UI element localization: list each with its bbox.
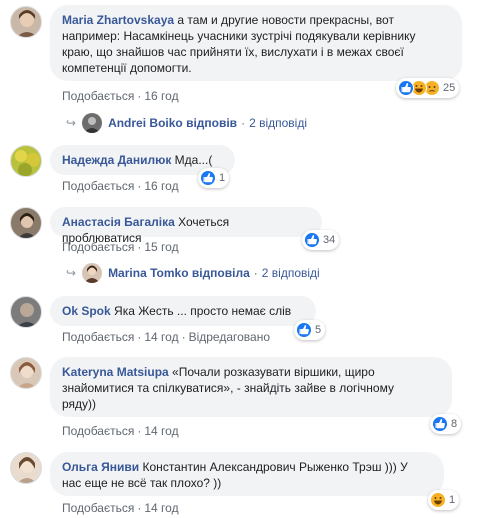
comment-meta: Подобається · 15 год — [62, 239, 179, 255]
reply-avatar — [82, 263, 103, 283]
like-icon — [398, 80, 414, 96]
comment-meta: Подобається · 16 год — [62, 88, 179, 104]
comment-bubble: Kateryna Matsiupa «Почали розказувати ві… — [50, 357, 452, 417]
like-icon — [432, 416, 448, 432]
reaction-count: 34 — [323, 234, 336, 246]
separator-dot: · — [253, 266, 258, 280]
reactions-badge[interactable]: 1 — [198, 168, 230, 188]
avatar-photo-icon — [16, 303, 38, 327]
avatar-photo-icon — [18, 213, 36, 238]
like-link[interactable]: Подобається — [62, 330, 134, 344]
comment-author[interactable]: Ольга Яниви — [62, 460, 139, 474]
comment-bubble: Maria Zhartovskaya а там и другие новост… — [50, 5, 462, 81]
edited-label[interactable]: Відредаговано — [189, 330, 270, 344]
comment-meta: Подобається · 14 год · Відредаговано — [62, 329, 270, 345]
comment-text-line: компетенції допомогти. — [62, 61, 192, 75]
replies-link[interactable]: ↪ Andrei Boiko відповів · 2 відповіді — [66, 113, 307, 133]
comment-author[interactable]: Maria Zhartovskaya — [62, 13, 174, 27]
timestamp[interactable]: 14 год — [144, 330, 178, 344]
like-icon — [304, 232, 320, 248]
comment-meta: Подобається · 14 год — [62, 423, 179, 439]
avatar[interactable] — [10, 357, 42, 389]
comment-bubble: Анастасія Багаліка Хочеться проблюватися — [50, 207, 322, 245]
reply-author: Marina Tomko відповіла — [108, 266, 250, 280]
comment-text-line: нас еще не всё так плохо? )) — [62, 476, 222, 490]
reaction-count: 5 — [315, 324, 322, 336]
reactions-badge[interactable]: 34 — [302, 230, 340, 250]
timestamp[interactable]: 16 год — [144, 89, 178, 103]
comment-text-line: краю, що знайшов час прийняти їх, вислух… — [62, 45, 404, 59]
reply-avatar — [82, 113, 103, 133]
reactions-badge[interactable]: 8 — [430, 414, 462, 434]
avatar-photo-icon — [17, 457, 37, 483]
avatar-photo-icon — [84, 265, 101, 283]
reactions-badge[interactable]: 5 — [294, 320, 326, 340]
reply-author: Andrei Boiko відповів — [108, 116, 238, 130]
comment-text-line: ряду)) — [62, 397, 97, 411]
separator-dot: · — [137, 240, 142, 254]
comment-text-line: например: Насамкінець учасники зустрічі … — [62, 29, 416, 43]
comment-text-line: знайомитися та спілкуватися», - знайдіть… — [62, 381, 394, 395]
avatar[interactable] — [10, 296, 42, 328]
comment-text-line: Константин Александрович Рыженко Трэш ))… — [139, 460, 408, 474]
avatar[interactable] — [10, 452, 42, 484]
reply-arrow-icon: ↪ — [66, 116, 77, 130]
separator-dot: · — [137, 501, 142, 515]
timestamp[interactable]: 16 год — [144, 179, 178, 193]
like-link[interactable]: Подобається — [62, 424, 134, 438]
avatar[interactable] — [10, 6, 42, 38]
reaction-count: 25 — [443, 82, 456, 94]
comment-meta: Подобається · 14 год — [62, 500, 179, 516]
haha-icon — [430, 492, 446, 508]
separator-dot: · — [137, 424, 142, 438]
separator-dot: · — [241, 116, 246, 130]
comment-bubble: Ольга Яниви Константин Александрович Рыж… — [50, 452, 444, 496]
reply-arrow-icon: ↪ — [66, 266, 77, 280]
separator-dot: · — [137, 89, 142, 103]
comment-text-line: Яка Жесть ... просто немає слів — [110, 304, 292, 318]
separator-dot: · — [137, 330, 142, 344]
avatar-photo-icon — [16, 10, 38, 37]
like-link[interactable]: Подобається — [62, 240, 134, 254]
replies-link[interactable]: ↪ Marina Tomko відповіла · 2 відповіді — [66, 263, 320, 283]
avatar[interactable] — [10, 207, 42, 239]
like-icon — [200, 170, 216, 186]
separator-dot: · — [181, 330, 186, 344]
like-link[interactable]: Подобається — [62, 179, 134, 193]
reactions-badge[interactable]: 25 — [396, 78, 460, 98]
comment-text-line: Мда...( — [171, 153, 213, 167]
comment-author[interactable]: Анастасія Багаліка — [62, 215, 175, 229]
avatar-photo-icon — [17, 362, 37, 388]
reaction-count: 1 — [219, 172, 226, 184]
like-link[interactable]: Подобається — [62, 89, 134, 103]
comment-author[interactable]: Ok Spok — [62, 304, 111, 318]
comment-author[interactable]: Kateryna Matsiupa — [62, 365, 169, 379]
reactions-badge[interactable]: 1 — [428, 490, 460, 510]
reaction-count: 8 — [451, 418, 458, 430]
timestamp[interactable]: 15 год — [144, 240, 178, 254]
avatar[interactable] — [10, 145, 42, 177]
avatar-photo-icon — [15, 150, 40, 176]
comment-bubble: Ok Spok Яка Жесть ... просто немає слів — [50, 296, 316, 326]
reply-count: 2 відповіді — [261, 266, 320, 280]
comment-text-line: «Почали розказувати віршики, щиро — [168, 365, 375, 379]
like-icon — [296, 322, 312, 338]
comment-author[interactable]: Надежда Данилюк — [62, 153, 171, 167]
separator-dot: · — [137, 179, 142, 193]
reaction-count: 1 — [449, 494, 456, 506]
like-link[interactable]: Подобається — [62, 501, 134, 515]
avatar-photo-icon — [84, 117, 101, 133]
comment-text-line: а там и другие новости прекрасны, вот — [174, 13, 394, 27]
reply-count: 2 відповіді — [249, 116, 307, 130]
timestamp[interactable]: 14 год — [144, 424, 178, 438]
comment-meta: Подобається · 16 год — [62, 178, 179, 194]
timestamp[interactable]: 14 год — [144, 501, 178, 515]
